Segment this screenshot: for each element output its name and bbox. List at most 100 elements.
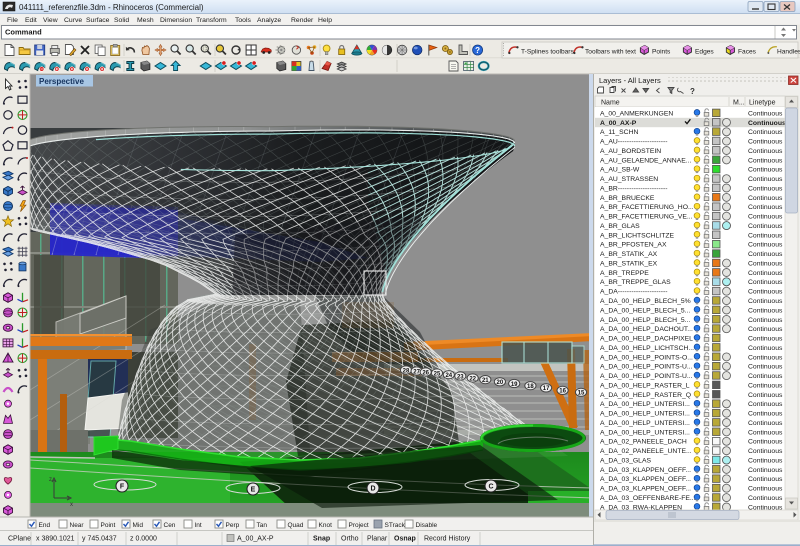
svg-text:A_BR_STATIK_AX: A_BR_STATIK_AX xyxy=(600,251,658,258)
svg-text:Planar: Planar xyxy=(367,536,388,543)
svg-text:z 0.0000: z 0.0000 xyxy=(130,536,157,543)
svg-text:Layers - All Layers: Layers - All Layers xyxy=(599,76,661,85)
svg-text:Continuous: Continuous xyxy=(748,167,783,174)
svg-text:Continuous: Continuous xyxy=(748,439,783,446)
svg-text:Continuous: Continuous xyxy=(748,289,783,296)
svg-text:End: End xyxy=(39,522,51,529)
svg-text:?: ? xyxy=(690,87,695,96)
svg-text:Continuous: Continuous xyxy=(748,326,783,333)
svg-text:Ortho: Ortho xyxy=(341,536,359,543)
svg-text:A_DA_00_HELP_RASTER_L: A_DA_00_HELP_RASTER_L xyxy=(600,382,690,389)
svg-text:Continuous: Continuous xyxy=(748,392,783,399)
svg-text:File: File xyxy=(7,17,18,24)
svg-text:Continuous: Continuous xyxy=(748,148,783,155)
svg-text:A_DA_00_HELP_UNTERSI...: A_DA_00_HELP_UNTERSI... xyxy=(600,429,690,436)
svg-text:Continuous: Continuous xyxy=(748,307,783,314)
svg-text:Continuous: Continuous xyxy=(748,382,783,389)
svg-text:A_AU_BORDSTEIN: A_AU_BORDSTEIN xyxy=(600,148,661,155)
svg-text:A_AU----------------------: A_AU---------------------- xyxy=(600,139,668,146)
svg-text:A_AU_GELAENDE_ANNAE...: A_AU_GELAENDE_ANNAE... xyxy=(600,157,692,164)
svg-text:A_BR_STATIK_EX: A_BR_STATIK_EX xyxy=(600,261,658,268)
svg-text:Continuous: Continuous xyxy=(748,129,783,136)
svg-text:y 745.0437: y 745.0437 xyxy=(82,536,117,543)
svg-text:Continuous: Continuous xyxy=(748,195,783,202)
svg-text:Linetype: Linetype xyxy=(749,100,776,107)
svg-text:Continuous: Continuous xyxy=(748,420,783,427)
svg-text:A_AU_SB-W: A_AU_SB-W xyxy=(600,167,640,174)
svg-text:A_00_AX-P: A_00_AX-P xyxy=(600,120,637,127)
svg-text:Cen: Cen xyxy=(164,522,176,529)
svg-text:A_BR_LICHTSCHLITZE: A_BR_LICHTSCHLITZE xyxy=(600,232,674,239)
svg-text:Continuous: Continuous xyxy=(748,298,783,305)
svg-text:A_11_SCHN: A_11_SCHN xyxy=(600,129,638,136)
svg-text:A_BR_TREPPE: A_BR_TREPPE xyxy=(600,270,649,277)
svg-text:Edges: Edges xyxy=(695,48,714,55)
svg-text:STrack: STrack xyxy=(385,522,406,529)
svg-text:Dimension: Dimension xyxy=(160,17,192,24)
svg-text:Continuous: Continuous xyxy=(748,411,783,418)
svg-text:Continuous: Continuous xyxy=(748,214,783,221)
svg-text:A_DA_00_HELP_UNTERSI...: A_DA_00_HELP_UNTERSI... xyxy=(600,420,690,427)
svg-text:A_BR_FACETTIERUNG_VE...: A_BR_FACETTIERUNG_VE... xyxy=(600,214,693,221)
svg-text:Surface: Surface xyxy=(86,17,110,24)
svg-text:Continuous: Continuous xyxy=(748,458,783,465)
svg-text:Points: Points xyxy=(652,48,671,55)
svg-text:A_DA_00_HELP_UNTERSI...: A_DA_00_HELP_UNTERSI... xyxy=(600,401,690,408)
svg-text:Render: Render xyxy=(291,17,314,24)
svg-text:Knot: Knot xyxy=(319,522,333,529)
svg-text:?: ? xyxy=(475,46,480,55)
svg-text:Name: Name xyxy=(601,100,620,107)
svg-text:Continuous: Continuous xyxy=(748,364,783,371)
svg-text:Continuous: Continuous xyxy=(748,270,783,277)
svg-text:Handles: Handles xyxy=(777,48,800,55)
svg-text:Osnap: Osnap xyxy=(394,536,416,543)
svg-text:A_DA_00_HELP_BLECH_5...: A_DA_00_HELP_BLECH_5... xyxy=(600,317,690,324)
svg-text:A_BR_FACETTIERUNG_HO...: A_BR_FACETTIERUNG_HO... xyxy=(600,204,694,211)
svg-text:Mesh: Mesh xyxy=(137,17,154,24)
svg-text:041111_referenzfile.3dm - Rhin: 041111_referenzfile.3dm - Rhinoceros (Co… xyxy=(19,3,204,12)
svg-text:A_DA_00_HELP_LICHTSCH...: A_DA_00_HELP_LICHTSCH... xyxy=(600,345,694,352)
svg-text:Quad: Quad xyxy=(288,522,304,529)
svg-text:A_DA_00_HELP_BLECH_5%: A_DA_00_HELP_BLECH_5% xyxy=(600,298,691,305)
svg-text:x 3890.1021: x 3890.1021 xyxy=(36,536,75,543)
svg-text:A_DA_00_HELP_UNTERSI...: A_DA_00_HELP_UNTERSI... xyxy=(600,411,690,418)
svg-text:M...: M... xyxy=(733,100,745,107)
svg-text:View: View xyxy=(43,17,58,24)
svg-text:Continuous: Continuous xyxy=(748,486,783,493)
svg-text:A_DA_00_HELP_POINTS-U...: A_DA_00_HELP_POINTS-U... xyxy=(600,373,693,380)
svg-text:A_DA_00_HELP_BLECH_5...: A_DA_00_HELP_BLECH_5... xyxy=(600,307,690,314)
svg-text:A_DA_00_HELP_DACHOUT...: A_DA_00_HELP_DACHOUT... xyxy=(600,326,693,333)
svg-text:Continuous: Continuous xyxy=(748,401,783,408)
svg-text:Near: Near xyxy=(70,522,85,529)
svg-text:Help: Help xyxy=(318,17,332,24)
svg-text:Continuous: Continuous xyxy=(748,185,783,192)
svg-text:Disable: Disable xyxy=(416,522,438,529)
svg-text:Continuous: Continuous xyxy=(748,242,783,249)
svg-text:A_DA_00_HELP_RASTER_Q: A_DA_00_HELP_RASTER_Q xyxy=(600,392,691,399)
svg-text:Continuous: Continuous xyxy=(748,204,783,211)
svg-text:Continuous: Continuous xyxy=(748,354,783,361)
svg-text:Analyze: Analyze xyxy=(257,17,281,24)
svg-text:A_BR_PFOSTEN_AX: A_BR_PFOSTEN_AX xyxy=(600,242,667,249)
svg-text:Continuous: Continuous xyxy=(748,223,783,230)
svg-text:A_DA_02_PANEELE_DACH: A_DA_02_PANEELE_DACH xyxy=(600,439,687,446)
svg-text:A_00_ANMERKUNGEN: A_00_ANMERKUNGEN xyxy=(600,110,673,117)
svg-text:Command: Command xyxy=(5,28,42,37)
svg-text:Continuous: Continuous xyxy=(748,317,783,324)
svg-text:A_DA----------------------: A_DA---------------------- xyxy=(600,289,668,296)
svg-text:Continuous: Continuous xyxy=(748,495,783,502)
svg-text:A_00_AX-P: A_00_AX-P xyxy=(237,536,274,543)
svg-text:Continuous: Continuous xyxy=(748,261,783,268)
svg-text:Continuous: Continuous xyxy=(748,345,783,352)
svg-text:Transform: Transform xyxy=(196,17,227,24)
svg-text:Faces: Faces xyxy=(738,48,757,55)
svg-text:Continuous: Continuous xyxy=(748,157,783,164)
svg-text:Continuous: Continuous xyxy=(748,373,783,380)
svg-text:A_DA_03_GLAS: A_DA_03_GLAS xyxy=(600,458,651,465)
svg-text:Continuous: Continuous xyxy=(748,120,786,127)
svg-text:Curve: Curve xyxy=(64,17,82,24)
svg-text:Continuous: Continuous xyxy=(748,448,783,455)
svg-text:Int: Int xyxy=(195,522,202,529)
svg-text:Mid: Mid xyxy=(133,522,144,529)
svg-text:Continuous: Continuous xyxy=(748,176,783,183)
